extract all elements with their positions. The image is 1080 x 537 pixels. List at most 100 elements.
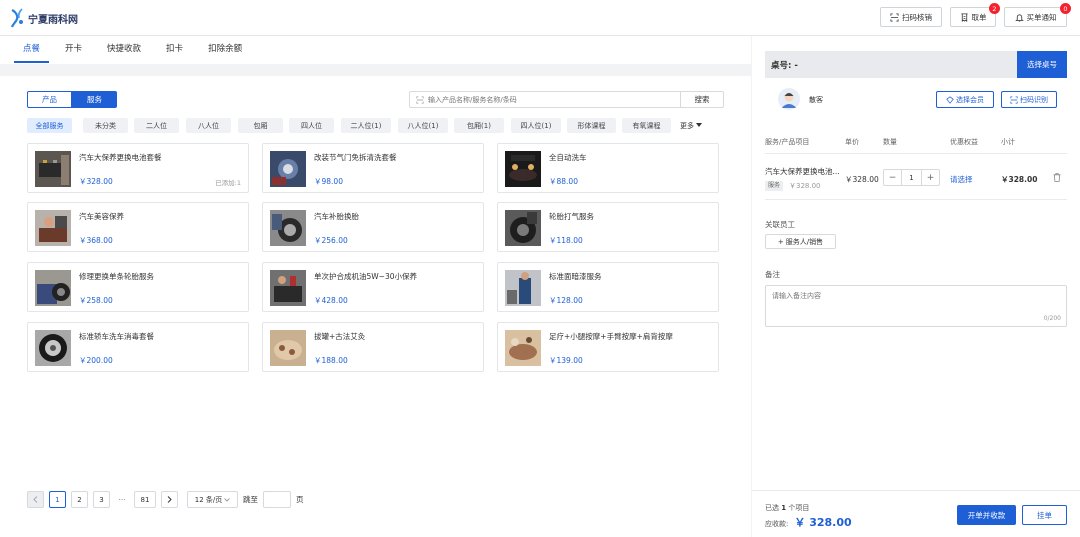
product-thumbnail [35,270,71,306]
scan-icon [416,95,424,104]
product-thumbnail [505,151,541,187]
pickup-button[interactable]: 取单 2 [950,3,1000,27]
bell-icon [1014,13,1024,22]
tab-open-card[interactable]: 开卡 [56,36,91,63]
next-page-button[interactable] [161,491,178,508]
remark-input[interactable] [766,286,1066,326]
scan-verify-button[interactable]: 扫码核销 [880,7,942,27]
product-price: ￥328.00 [79,177,113,186]
product-card[interactable]: 汽车补胎换胎 ￥256.00 [262,202,484,252]
product-thumbnail [505,330,541,366]
selected-prefix: 已选 [765,504,779,512]
product-card[interactable]: 单次护合成机油5W~30小保养 ￥428.00 [262,262,484,312]
selected-suffix: 个项目 [788,504,810,512]
search-button[interactable]: 搜索 [680,91,724,108]
member-name: 散客 [809,96,823,104]
product-thumbnail [270,330,306,366]
toggle-service[interactable]: 服务 [72,91,117,108]
category-chip[interactable]: 包厢(1) [454,118,504,133]
page-button[interactable]: 3 [93,491,110,508]
product-name: 汽车大保养更换电池套餐 [79,153,162,162]
scan-icon [890,12,899,22]
more-label: 更多 [680,121,694,130]
product-name: 拔罐+古法艾灸 [314,332,366,341]
select-member-button[interactable]: 选择会员 [936,91,994,108]
product-thumbnail [505,270,541,306]
avatar [778,88,800,110]
product-thumbnail [505,210,541,246]
chevron-right-icon [167,496,172,503]
amount-due-value: ￥ 328.00 [794,516,852,529]
product-thumbnail [35,330,71,366]
member-card-icon [946,95,954,104]
more-categories-button[interactable]: 更多 [680,118,702,133]
scan-identify-button[interactable]: 扫码识别 [1001,91,1057,108]
column-header: 服务/产品项目 [765,138,810,146]
select-table-button[interactable]: 选择桌号 [1017,51,1067,78]
product-card[interactable]: 全自动洗车 ￥88.00 [497,143,719,193]
logo-icon [10,8,23,28]
category-chip[interactable]: 形体课程 [567,118,616,133]
trash-icon[interactable] [1053,173,1061,182]
notify-button[interactable]: 买单通知 0 [1004,3,1071,27]
category-chip[interactable]: 二人位 [134,118,179,133]
product-name: 足疗+小腿按摩+手臂按摩+肩背按摩 [549,332,673,341]
tab-order[interactable]: 点餐 [14,36,50,63]
page-button[interactable]: 81 [134,491,156,508]
add-staff-button[interactable]: + 服务人/销售 [765,234,836,249]
divider [752,490,1080,491]
product-card[interactable]: 改装节气门免拆清洗套餐 ￥98.00 [262,143,484,193]
divider [765,153,1067,154]
product-card[interactable]: 修理更换单条轮胎服务 ￥258.00 [27,262,249,312]
product-card[interactable]: 汽车美容保养 ￥368.00 [27,202,249,252]
product-panel: 产品 服务 搜索 全部服务 未分类 二人位 八人位 包厢 四人位 二人位(1) … [14,76,738,525]
page-button[interactable]: 2 [71,491,88,508]
page-button[interactable]: 1 [49,491,66,508]
goto-page-input[interactable] [263,491,291,508]
product-card[interactable]: 轮胎打气服务 ￥118.00 [497,202,719,252]
category-chip[interactable]: 全部服务 [27,118,72,133]
hold-order-button[interactable]: 挂单 [1022,505,1067,525]
category-chip[interactable]: 四人位 [289,118,334,133]
staff-section-label: 关联员工 [765,220,795,229]
column-header: 数量 [883,138,897,146]
tab-deduct-balance[interactable]: 扣除余额 [199,36,251,63]
checkout-button[interactable]: 开单并收款 [957,505,1016,525]
discount-select-link[interactable]: 请选择 [950,174,973,185]
product-card[interactable]: 足疗+小腿按摩+手臂按摩+肩背按摩 ￥139.00 [497,322,719,372]
product-card[interactable]: 标准面暗漆服务 ￥128.00 [497,262,719,312]
product-area: 点餐 开卡 快捷收款 扣卡 扣除余额 产品 服务 搜索 全部服务 未分类 二人位… [0,36,751,537]
category-chip[interactable]: 八人位(1) [398,118,448,133]
category-chip[interactable]: 包厢 [238,118,283,133]
category-chip[interactable]: 八人位 [186,118,231,133]
page-size-select[interactable]: 12 条/页 [187,491,238,508]
column-header: 单价 [845,138,859,146]
category-chip[interactable]: 二人位(1) [341,118,391,133]
prev-page-button[interactable] [27,491,44,508]
column-header: 小计 [1001,138,1015,146]
product-card[interactable]: 拔罐+古法艾灸 ￥188.00 [262,322,484,372]
toggle-product[interactable]: 产品 [27,91,72,108]
product-name: 改装节气门免拆清洗套餐 [314,153,397,162]
product-card[interactable]: 汽车大保养更换电池套餐 ￥328.00 已添加:1 [27,143,249,193]
category-chip[interactable]: 有氧课程 [622,118,671,133]
product-name: 标准轿车洗车消毒套餐 [79,332,154,341]
receipt-icon [960,12,968,22]
tab-quick-pay[interactable]: 快捷收款 [98,36,150,63]
divider [765,199,1067,200]
decrease-button[interactable]: − [884,170,902,185]
product-price: ￥200.00 [79,356,113,365]
amount-due: 应收款: ￥ 328.00 [765,514,852,530]
remark-char-count: 0/200 [1043,315,1061,322]
search-input[interactable] [428,95,668,104]
page-ellipsis[interactable]: ··· [115,491,129,508]
increase-button[interactable]: + [921,170,939,185]
product-card[interactable]: 标准轿车洗车消毒套餐 ￥200.00 [27,322,249,372]
product-name: 修理更换单条轮胎服务 [79,272,154,281]
category-chip[interactable]: 未分类 [83,118,128,133]
category-chip[interactable]: 四人位(1) [511,118,561,133]
product-price: ￥256.00 [314,236,348,245]
quantity-value[interactable]: 1 [902,170,921,185]
page-unit-label: 页 [296,495,304,504]
tab-deduct-card[interactable]: 扣卡 [157,36,192,63]
